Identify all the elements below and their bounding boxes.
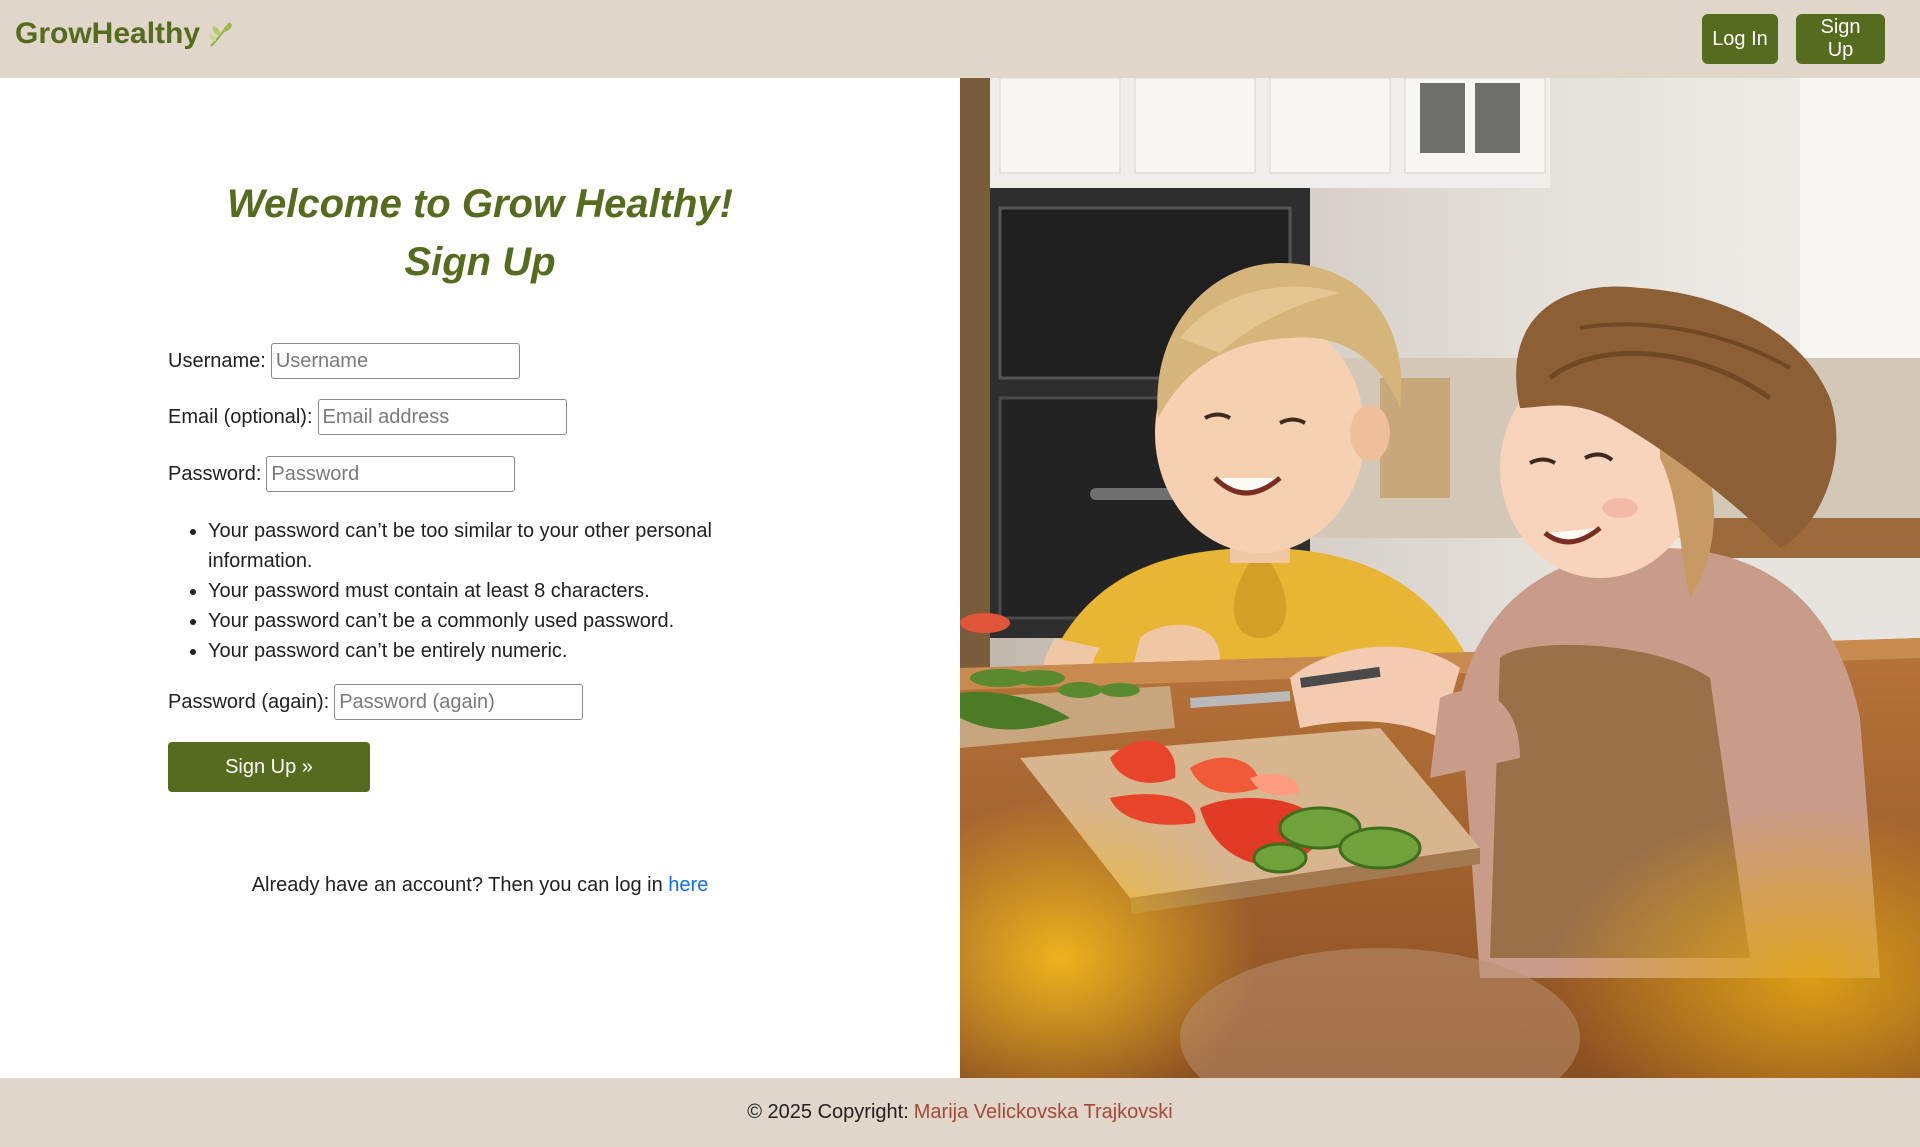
email-input[interactable] <box>317 399 567 435</box>
password-help-item: Your password must contain at least 8 ch… <box>208 576 748 606</box>
login-here-link[interactable]: here <box>668 874 708 896</box>
email-row: Email (optional): <box>168 399 567 435</box>
login-prompt: Already have an account? Then you can lo… <box>0 874 960 897</box>
page-footer: © 2025 Copyright: Marija Velickovska Tra… <box>0 1078 1920 1147</box>
top-navbar: GrowHealthy Log In Sign Up <box>0 0 1920 78</box>
page-title: Welcome to Grow Healthy! Sign Up <box>0 175 960 291</box>
leaf-sprout-icon <box>206 19 236 49</box>
title-welcome: Welcome to Grow Healthy! <box>226 182 733 226</box>
username-label: Username: <box>168 349 266 372</box>
password-help-item: Your password can’t be a commonly used p… <box>208 606 748 636</box>
password-help-list: Your password can’t be too similar to yo… <box>168 516 748 666</box>
username-input[interactable] <box>270 343 520 379</box>
password-help-item: Your password can’t be entirely numeric. <box>208 636 748 666</box>
password-confirm-row: Password (again): <box>168 684 584 720</box>
signup-form-panel: Welcome to Grow Healthy! Sign Up Usernam… <box>0 78 960 1078</box>
email-label: Email (optional): <box>168 405 313 428</box>
brand-name: GrowHealthy <box>15 17 201 50</box>
login-button[interactable]: Log In <box>1702 14 1778 64</box>
login-prompt-text: Already have an account? Then you can lo… <box>251 874 663 896</box>
kids-cooking-photo <box>960 78 1920 1078</box>
password-confirm-label: Password (again): <box>168 690 330 713</box>
password-input[interactable] <box>266 456 516 492</box>
title-sign-up: Sign Up <box>404 240 556 284</box>
password-row: Password: <box>168 456 516 492</box>
username-row: Username: <box>168 343 520 379</box>
password-confirm-input[interactable] <box>334 684 584 720</box>
signup-nav-button[interactable]: Sign Up <box>1796 14 1885 64</box>
signup-submit-button[interactable]: Sign Up » <box>168 742 370 792</box>
author-link[interactable]: Marija Velickovska Trajkovski <box>914 1101 1173 1124</box>
password-help-item: Your password can’t be too similar to yo… <box>208 516 748 576</box>
brand-logo-link[interactable]: GrowHealthy <box>15 17 236 51</box>
password-label: Password: <box>168 462 262 485</box>
copyright-text: © 2025 Copyright: <box>747 1101 909 1123</box>
